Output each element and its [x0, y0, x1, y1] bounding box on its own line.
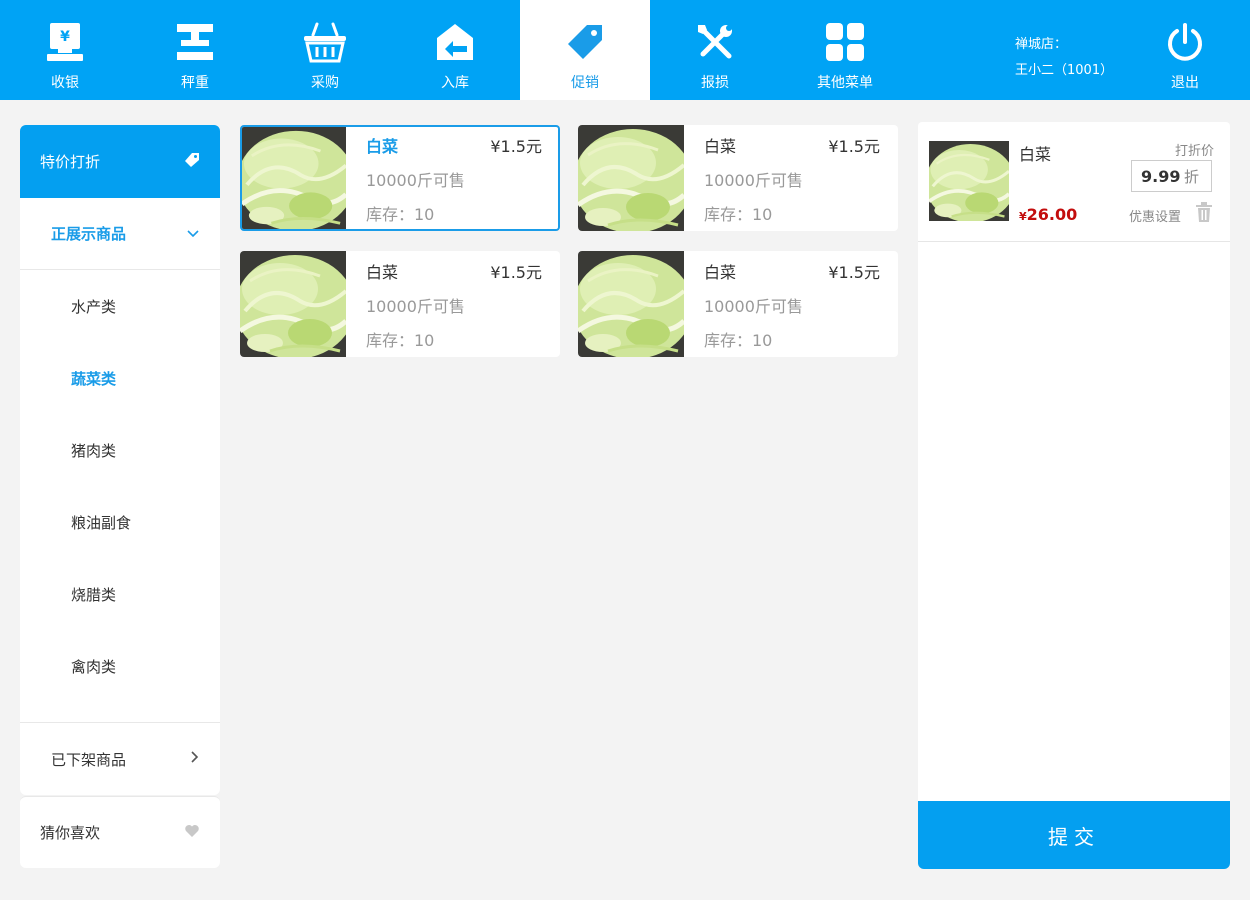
nav-label: 促销: [571, 75, 599, 91]
chevron-down-icon: [186, 225, 200, 243]
product-stock: 库存：10: [366, 205, 435, 224]
sidebar-group-label: 正展示商品: [51, 225, 127, 243]
product-card[interactable]: 白菜 ¥1.5元 10000斤可售 库存：10: [578, 251, 898, 357]
currency-symbol: ¥: [1019, 210, 1027, 223]
nav-label: 报损: [701, 75, 729, 91]
discount-price-label: 打折价: [1174, 144, 1214, 159]
promotion-item-name: 白菜: [1019, 145, 1052, 164]
power-icon: [1161, 18, 1209, 66]
tag-icon: [561, 18, 609, 66]
sidebar-item-vegetables[interactable]: 蔬菜类: [20, 342, 220, 414]
product-price: ¥1.5元: [828, 263, 880, 282]
product-name: 白菜: [366, 137, 399, 156]
divider: [20, 702, 220, 723]
nav-label: 秤重: [181, 75, 209, 91]
promotion-item: 白菜 打折价 9.99 折 ¥26.00 优惠设置: [918, 122, 1230, 242]
product-card[interactable]: 白菜 ¥1.5元 10000斤可售 库存：10: [240, 251, 560, 357]
store-info: 禅城店： 王小二（1001）: [1015, 32, 1113, 84]
scale-icon: [171, 18, 219, 66]
sidebar-header-label: 特价打折: [40, 153, 101, 171]
nav-item-damage[interactable]: 报损: [650, 0, 780, 100]
tools-icon: [691, 18, 739, 66]
sidebar-item-label: 蔬菜类: [71, 369, 117, 388]
product-image: [578, 125, 684, 231]
product-available: 10000斤可售: [704, 171, 803, 190]
warehouse-in-icon: [431, 18, 479, 66]
product-name: 白菜: [704, 263, 737, 282]
nav-label: 其他菜单: [817, 75, 873, 91]
product-card[interactable]: 白菜 ¥1.5元 10000斤可售 库存：10: [578, 125, 898, 231]
sidebar-body: 正展示商品 水产类 蔬菜类 猪肉类 粮油副食 烧腊类 禽肉类 已下架商品: [20, 198, 220, 795]
sidebar-group-delisted[interactable]: 已下架商品: [20, 723, 220, 795]
store-name: 禅城店：: [1015, 37, 1068, 52]
nav-label: 采购: [311, 75, 339, 91]
product-available: 10000斤可售: [366, 297, 465, 316]
discount-input[interactable]: 9.99 折: [1131, 160, 1212, 192]
nav-item-stock-in[interactable]: 入库: [390, 0, 520, 100]
nav-item-purchase[interactable]: 采购: [260, 0, 390, 100]
sidebar-item-favorites[interactable]: 猜你喜欢: [20, 796, 220, 868]
discount-unit: 折: [1183, 167, 1199, 186]
sidebar-item-label: 粮油副食: [71, 513, 132, 532]
nav-item-weighing[interactable]: 秤重: [130, 0, 260, 100]
sidebar-header-special-discount[interactable]: 特价打折: [20, 125, 220, 198]
trash-icon[interactable]: [1195, 202, 1213, 222]
sidebar-item-label: 禽肉类: [71, 657, 117, 676]
discount-value: 9.99: [1141, 166, 1181, 186]
total-value: 26.00: [1026, 205, 1078, 224]
nav-item-more-menu[interactable]: 其他菜单: [780, 0, 910, 100]
product-available: 10000斤可售: [366, 171, 465, 190]
grid-icon: [821, 18, 869, 66]
svg-text:¥: ¥: [60, 29, 70, 45]
user-name: 王小二（1001）: [1015, 63, 1114, 78]
product-image: [242, 127, 346, 229]
discount-setting-link[interactable]: 优惠设置: [1129, 206, 1181, 225]
product-stock: 库存：10: [704, 205, 773, 224]
sidebar-item-grain-oil[interactable]: 粮油副食: [20, 486, 220, 558]
sidebar-group-on-display[interactable]: 正展示商品: [20, 198, 220, 270]
product-image: [929, 141, 1009, 221]
product-stock: 库存：10: [704, 331, 773, 350]
logout-button[interactable]: 退出: [1120, 0, 1250, 100]
product-stock: 库存：10: [366, 331, 435, 350]
sidebar-item-label: 猪肉类: [71, 441, 117, 460]
nav-item-promotion[interactable]: 促销: [520, 0, 650, 100]
category-sidebar: 特价打折 正展示商品 水产类 蔬菜类 猪肉类 粮油副食 烧腊类 禽肉类 已下架商…: [20, 125, 220, 868]
nav-label: 入库: [441, 75, 469, 91]
nav-label: 收银: [51, 75, 79, 91]
chevron-right-icon: [190, 750, 200, 768]
sidebar-item-label: 水产类: [71, 297, 117, 316]
cash-register-icon: ¥: [41, 18, 89, 66]
product-price: ¥1.5元: [490, 137, 542, 156]
product-card[interactable]: 白菜 ¥1.5元 10000斤可售 库存：10: [240, 125, 560, 231]
sidebar-item-poultry[interactable]: 禽肉类: [20, 630, 220, 702]
sidebar-item-label: 烧腊类: [71, 585, 117, 604]
product-price: ¥1.5元: [490, 263, 542, 282]
product-price: ¥1.5元: [828, 137, 880, 156]
product-image: [240, 251, 346, 357]
sidebar-item-seafood[interactable]: 水产类: [20, 270, 220, 342]
product-name: 白菜: [366, 263, 399, 282]
promotion-list-panel: 白菜 打折价 9.99 折 ¥26.00 优惠设置: [918, 122, 1230, 802]
submit-button[interactable]: 提交: [918, 801, 1230, 869]
product-image: [578, 251, 684, 357]
heart-icon: [184, 824, 200, 842]
product-name: 白菜: [704, 137, 737, 156]
sidebar-group-label: 已下架商品: [51, 750, 127, 769]
promotion-item-total: ¥26.00: [1019, 205, 1077, 224]
sidebar-item-label: 猜你喜欢: [40, 824, 101, 842]
sidebar-item-pork[interactable]: 猪肉类: [20, 414, 220, 486]
basket-icon: [301, 18, 349, 66]
sidebar-item-roast-meat[interactable]: 烧腊类: [20, 558, 220, 630]
product-available: 10000斤可售: [704, 297, 803, 316]
nav-item-cashier[interactable]: ¥ 收银: [0, 0, 130, 100]
tag-icon: [184, 152, 200, 172]
logout-label: 退出: [1171, 75, 1199, 91]
